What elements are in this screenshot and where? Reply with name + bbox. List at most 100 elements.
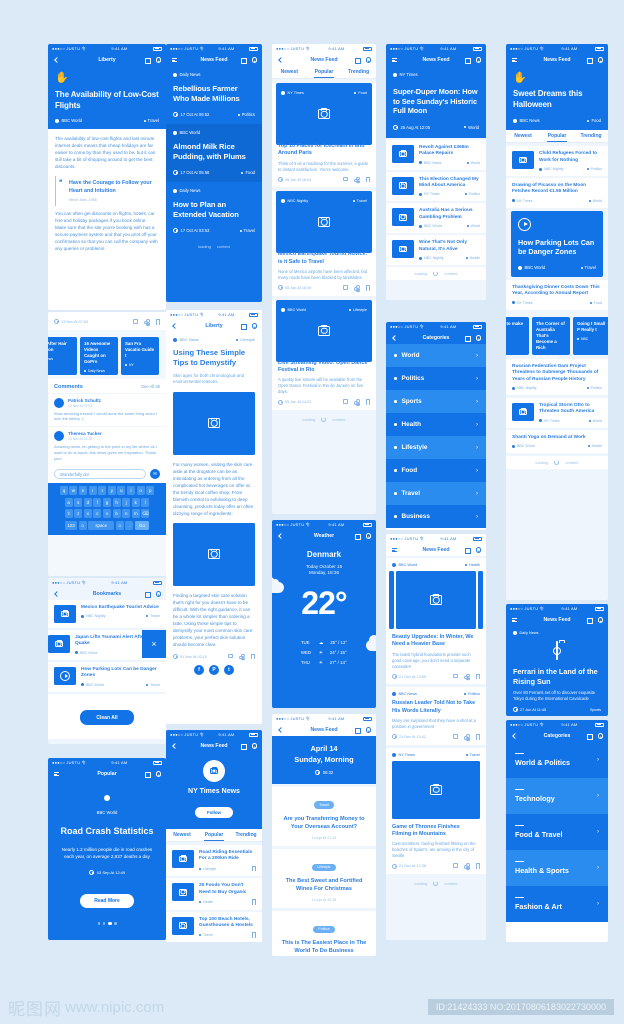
feed-tabs[interactable]: Newest Popular Trending [166,829,262,842]
key[interactable]: i [126,486,135,496]
back-icon[interactable] [391,335,397,341]
back-icon[interactable] [277,727,283,733]
key[interactable]: u [117,486,126,496]
key[interactable]: p [146,486,155,496]
bookmark-row[interactable]: How Parking Lots Can be Danger Zones BBC… [48,661,166,692]
key[interactable]: b [112,509,121,519]
category-item-health[interactable]: Health › [386,413,486,436]
bookmark-icon[interactable] [366,285,370,291]
search-icon[interactable] [155,591,162,597]
key[interactable]: h [112,497,121,507]
comment-icon[interactable] [342,285,348,290]
list-item[interactable]: Tropical Storm Otto to Threaten South Am… [506,398,608,428]
list-item[interactable]: 25 Foods You Don't Need to Buy Organic H… [166,878,262,910]
comment-icon[interactable] [132,319,138,324]
emoji-key[interactable]: ☺ [78,520,87,530]
tab-newest[interactable]: Newest [506,130,540,142]
space-key[interactable]: space [88,520,115,530]
list-item[interactable]: Australia Has a Serious Gambling Problem… [386,203,486,234]
go-key[interactable]: Go [134,520,149,530]
bookmark-icon[interactable] [144,591,151,598]
carousel-dot-active[interactable] [107,922,112,925]
story-tile[interactable]: Going t Small P Really t NBC [573,316,608,355]
pinterest-icon[interactable]: P [209,665,219,676]
carousel-next-preview[interactable] [478,571,483,629]
bookmark-icon[interactable] [252,865,256,872]
key[interactable]: c [93,509,102,519]
comment-icon[interactable] [452,673,458,679]
search-icon[interactable] [475,547,482,553]
hero-story[interactable]: ✋ Sweet Dreams this Halloween BBC News F… [506,66,608,131]
key[interactable]: d [83,497,92,507]
delete-bookmark-button[interactable]: × [142,630,166,658]
category-item-world[interactable]: World › [386,344,486,367]
key[interactable]: a [64,497,73,507]
share-icon[interactable] [354,285,360,291]
key[interactable]: k [131,497,140,507]
key[interactable]: o [136,486,145,496]
tab-popular[interactable]: Popular [198,829,230,841]
bookmark-icon[interactable] [464,547,471,554]
carousel-prev-preview[interactable] [389,571,394,629]
feed-tabs[interactable]: Newest Popular Trending [272,66,376,79]
bookmark-icon[interactable] [464,335,471,342]
key[interactable]: z [74,509,83,519]
search-icon[interactable] [365,57,372,63]
search-icon[interactable] [365,533,372,539]
key[interactable]: y [107,486,116,496]
list-item[interactable]: Wine That's Not Only Natural, It's Alive… [386,235,486,266]
share-icon[interactable] [144,319,150,325]
category-item-technology[interactable]: Technology › [506,778,608,814]
share-icon[interactable] [464,673,470,680]
category-item-business[interactable]: Business › [386,505,486,528]
bookmark-icon[interactable] [252,932,256,938]
share-icon[interactable] [354,399,360,405]
share-icon[interactable] [239,653,245,660]
backspace-key[interactable]: ⌫ [141,509,150,519]
story-tile[interactable]: 16 Awesome Videos Caught on GoPro Daily … [80,336,118,375]
key[interactable]: m [131,509,140,519]
story-tile[interactable]: d After Hair ation ews [48,336,77,375]
clean-all-button[interactable]: Clean All [80,710,134,726]
period-key[interactable]: . [125,520,134,530]
bookmark-icon[interactable] [366,399,370,405]
category-item-health-sports[interactable]: Health & Sports › [506,850,608,886]
bookmark-icon[interactable] [240,57,247,64]
share-icon[interactable] [464,863,470,869]
menu-icon[interactable] [391,57,397,63]
tab-newest[interactable]: Newest [166,829,198,841]
list-item[interactable]: Drawing of Picasso on the Moon Fetches R… [506,178,608,208]
menu-icon[interactable] [391,547,397,553]
mic-key[interactable]: ☺ [115,520,124,530]
list-item[interactable]: Top 100 Beach Hotels, Guesthouses & Host… [166,911,262,942]
list-item[interactable]: Thanksgiving Dinner Costs Down This Year… [506,280,608,310]
menu-icon[interactable] [53,771,59,777]
feed-card[interactable]: NBC Nightly Travel Mexico Earthquake Tou… [272,191,376,296]
feed-card[interactable]: NY Times Travel Game of Thrones Finishes… [386,747,486,874]
feed-card[interactable]: BBC News Politics Russian Leader Told No… [386,687,486,745]
list-item[interactable]: Road Riding Essentials For a 200km Ride … [166,845,262,877]
bookmark-icon[interactable] [366,176,370,183]
key[interactable]: x [83,509,92,519]
back-icon[interactable] [171,323,177,329]
bookmark-icon[interactable] [586,57,593,64]
category-item-food[interactable]: Food › [386,459,486,482]
carousel-dot[interactable] [114,922,117,925]
back-icon[interactable] [171,743,177,749]
tab-newest[interactable]: Newest [272,66,307,78]
key[interactable]: f [93,497,102,507]
search-icon[interactable] [155,771,162,777]
bookmark-icon[interactable] [476,734,480,740]
send-button[interactable]: ✉ [150,469,160,480]
list-item[interactable]: Child Refugees Forced to Work for Nothin… [506,146,608,176]
back-icon[interactable] [277,533,283,539]
key[interactable]: t [98,486,107,496]
search-icon[interactable] [597,733,604,739]
search-icon[interactable] [597,617,604,623]
tab-trending[interactable]: Trending [230,829,262,841]
key[interactable]: e [79,486,88,496]
list-item[interactable]: Revolt Against £365m Palace Repairs BBC … [386,139,486,170]
search-icon[interactable] [251,743,258,749]
category-item-travel[interactable]: Travel › [386,482,486,505]
feed-card[interactable]: BBC World Health Beauty Upgrades: In Win… [386,558,486,685]
